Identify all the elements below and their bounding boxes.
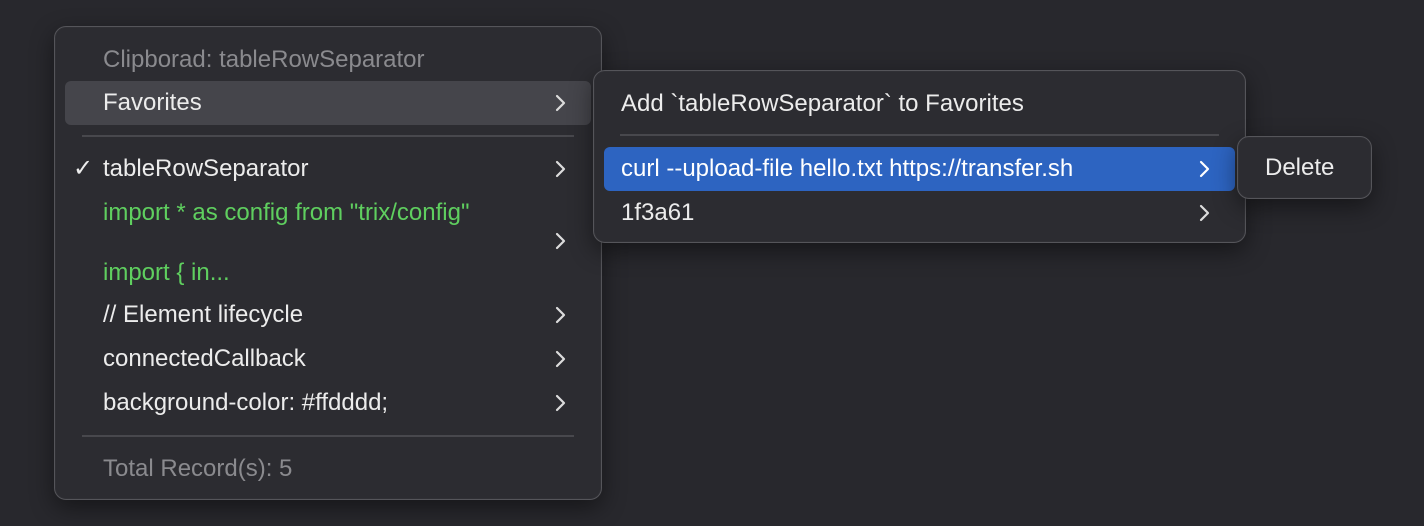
favorites-label: Favorites <box>103 89 202 116</box>
separator <box>82 435 574 437</box>
chevron-right-icon <box>551 394 569 412</box>
item-action-submenu: Delete <box>1237 136 1372 199</box>
delete-button[interactable]: Delete <box>1244 146 1365 190</box>
clipboard-menu: Clipborad: tableRowSeparator Favorites ✓… <box>54 26 602 500</box>
favorite-item[interactable]: curl --upload-file hello.txt https://tra… <box>604 147 1235 191</box>
chevron-right-icon <box>1195 160 1213 178</box>
record-label: // Element lifecycle <box>103 301 304 328</box>
record-label: background-color: #ffdddd; <box>103 389 389 416</box>
favorites-submenu: Add `tableRowSeparator` to Favorites cur… <box>593 70 1246 243</box>
record-item[interactable]: connectedCallback <box>65 337 591 381</box>
total-records-label: Total Record(s): 5 <box>103 455 293 482</box>
separator <box>620 134 1219 136</box>
chevron-right-icon <box>551 306 569 324</box>
chevron-right-icon <box>551 350 569 368</box>
record-label: import * as config from "trix/config" <box>103 199 470 226</box>
record-item[interactable]: background-color: #ffdddd; <box>65 381 591 425</box>
chevron-right-icon <box>1195 204 1213 222</box>
delete-label: Delete <box>1265 154 1335 181</box>
record-item[interactable]: // Element lifecycle <box>65 293 591 337</box>
chevron-right-icon <box>551 160 569 178</box>
record-label: connectedCallback <box>103 345 306 372</box>
chevron-right-icon <box>551 232 569 250</box>
checkmark-icon: ✓ <box>73 155 94 182</box>
favorite-item[interactable]: 1f3a61 <box>604 191 1235 235</box>
record-item[interactable]: ✓ tableRowSeparator <box>65 147 591 191</box>
clipboard-header: Clipborad: tableRowSeparator <box>65 38 591 82</box>
favorites-menu-item[interactable]: Favorites <box>65 81 591 125</box>
record-item[interactable]: import * as config from "trix/config" im… <box>65 191 591 286</box>
chevron-right-icon <box>551 94 569 112</box>
record-label: import { in... <box>103 259 230 286</box>
add-to-favorites-item[interactable]: Add `tableRowSeparator` to Favorites <box>604 82 1235 126</box>
total-records-footer: Total Record(s): 5 <box>65 447 591 491</box>
clipboard-header-label: Clipborad: tableRowSeparator <box>103 46 425 73</box>
favorite-label: 1f3a61 <box>621 199 695 226</box>
separator <box>82 135 574 137</box>
favorite-label: curl --upload-file hello.txt https://tra… <box>621 155 1074 182</box>
add-to-favorites-label: Add `tableRowSeparator` to Favorites <box>621 90 1024 117</box>
record-label: tableRowSeparator <box>103 155 309 182</box>
